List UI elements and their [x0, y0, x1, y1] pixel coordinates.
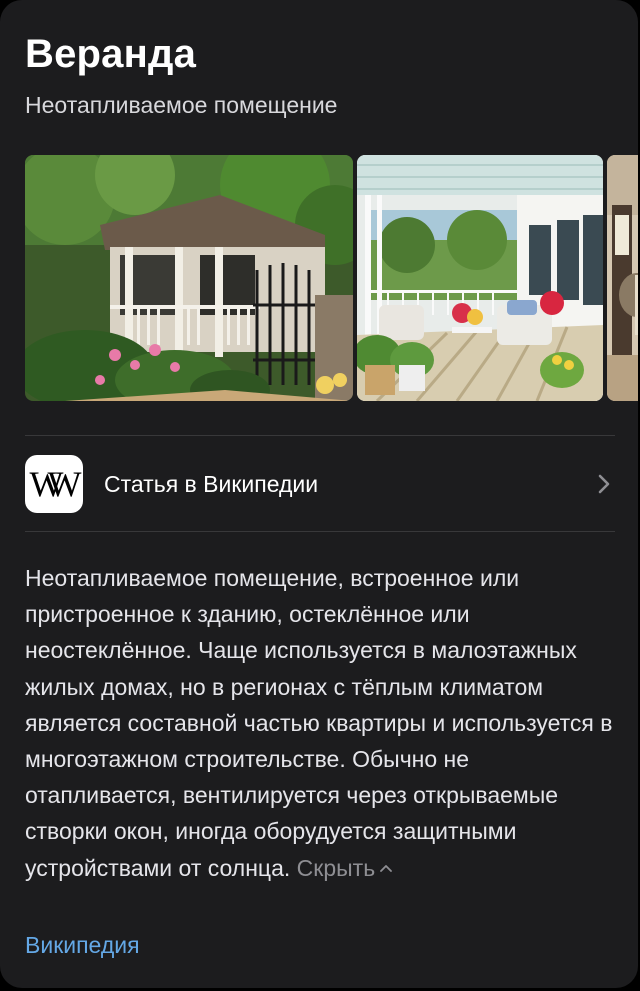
page-title: Веранда: [25, 32, 197, 76]
description-text: Неотапливаемое помещение, встроенное или…: [25, 560, 617, 886]
page-subtitle: Неотапливаемое помещение: [25, 92, 338, 118]
gallery-image-porch-partial[interactable]: [607, 155, 638, 401]
wikipedia-source-link[interactable]: Википедия: [25, 932, 140, 959]
chevron-up-icon: [380, 864, 393, 872]
image-gallery[interactable]: [25, 155, 638, 401]
description-body: Неотапливаемое помещение, встроенное или…: [25, 565, 613, 881]
divider: [25, 435, 615, 436]
knowledge-card: Веранда Неотапливаемое помещение W W Ста…: [0, 0, 638, 988]
gallery-image-porch-furniture[interactable]: [357, 155, 603, 401]
wikipedia-article-label: Статья в Википедии: [104, 471, 319, 497]
hide-description-button[interactable]: Скрыть: [297, 855, 394, 881]
wikipedia-article-link[interactable]: WW Статья в Википедии: [25, 455, 615, 513]
chevron-right-icon: [598, 474, 610, 494]
hide-label: Скрыть: [296, 854, 376, 881]
wikipedia-logo-icon: WW: [25, 455, 83, 513]
divider: [25, 531, 615, 532]
gallery-image-veranda-house[interactable]: [25, 155, 353, 401]
